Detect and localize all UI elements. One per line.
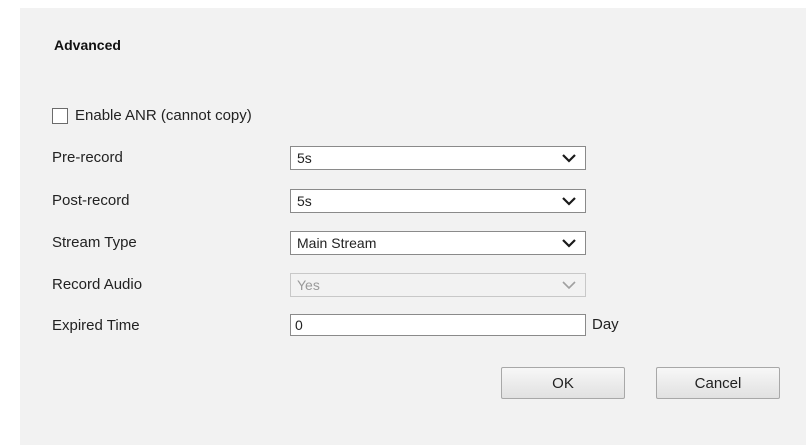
- record-audio-value: Yes: [297, 277, 320, 293]
- stream-type-value: Main Stream: [297, 235, 377, 251]
- post-record-value: 5s: [297, 193, 312, 209]
- ok-button[interactable]: OK: [501, 367, 625, 399]
- expired-time-value: 0: [295, 317, 303, 333]
- stream-type-label: Stream Type: [52, 234, 137, 251]
- pre-record-label: Pre-record: [52, 149, 123, 166]
- record-audio-select: Yes: [290, 273, 586, 297]
- pre-record-value: 5s: [297, 150, 312, 166]
- post-record-label: Post-record: [52, 192, 130, 209]
- post-record-select[interactable]: 5s: [290, 189, 586, 213]
- pre-record-select[interactable]: 5s: [290, 146, 586, 170]
- chevron-down-icon: [562, 281, 576, 290]
- record-audio-label: Record Audio: [52, 276, 143, 293]
- enable-anr-row[interactable]: Enable ANR (cannot copy): [52, 107, 252, 124]
- chevron-down-icon: [562, 197, 576, 206]
- section-title: Advanced: [54, 37, 121, 53]
- chevron-down-icon: [562, 154, 576, 163]
- expired-time-input[interactable]: 0: [290, 314, 586, 336]
- enable-anr-checkbox[interactable]: [52, 107, 68, 124]
- stream-type-select[interactable]: Main Stream: [290, 231, 586, 255]
- expired-time-unit: Day: [592, 316, 619, 333]
- enable-anr-label[interactable]: Enable ANR (cannot copy): [75, 107, 252, 124]
- expired-time-label: Expired Time: [52, 317, 140, 334]
- cancel-button[interactable]: Cancel: [656, 367, 780, 399]
- chevron-down-icon: [562, 239, 576, 248]
